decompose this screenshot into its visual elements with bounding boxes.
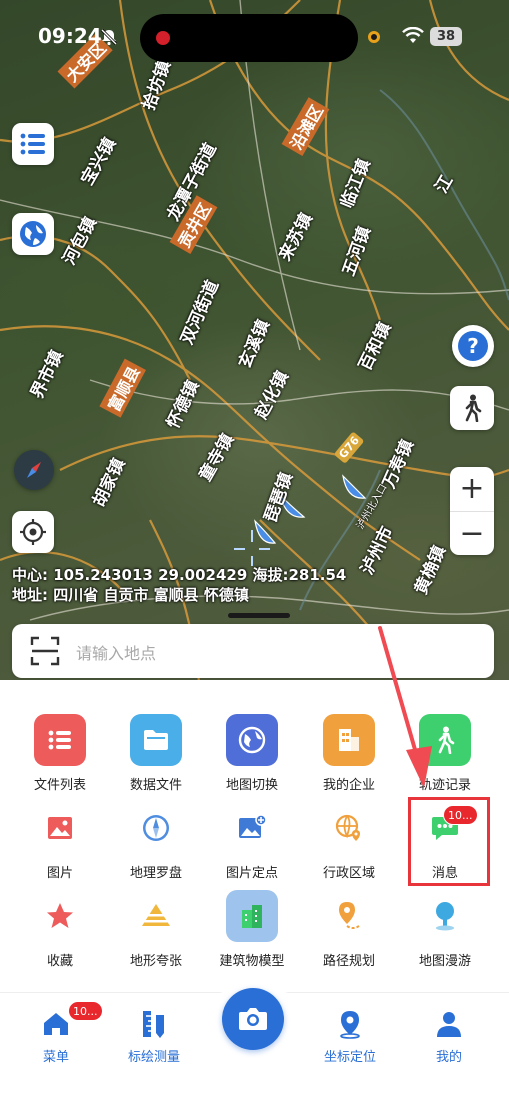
walk-icon [419, 714, 471, 766]
grid-item-image-pin[interactable]: 图片定点 [204, 802, 300, 881]
grid-item-label: 行政区域 [322, 866, 375, 881]
zoom-out-button[interactable]: − [450, 511, 494, 555]
building-icon [323, 714, 375, 766]
grid-item-label: 收藏 [46, 954, 73, 969]
walk-mode-button[interactable] [450, 386, 494, 430]
grid-item-favorites[interactable]: 收藏 [12, 890, 108, 969]
grid-item-label: 地理罗盘 [129, 866, 182, 881]
annotation-highlight-box [408, 797, 490, 886]
image-icon [34, 802, 86, 854]
grid-item-compass[interactable]: 地理罗盘 [108, 802, 204, 881]
location-pin-icon [332, 1006, 368, 1042]
region-icon [323, 802, 375, 854]
map-switch-button[interactable] [12, 213, 54, 255]
folder-icon [130, 714, 182, 766]
zoom-in-button[interactable]: + [450, 467, 494, 511]
grid-item-track-record[interactable]: 轨迹记录 [397, 714, 493, 793]
dynamic-island [140, 14, 358, 62]
plus-icon: + [459, 471, 485, 506]
scan-icon[interactable] [30, 636, 60, 666]
grid-item-label: 地形夸张 [129, 954, 182, 969]
grid-item-label: 地图切换 [225, 778, 278, 793]
ruler-pencil-icon [136, 1006, 172, 1042]
compass-button[interactable] [14, 450, 54, 490]
grid-item-label: 建筑物模型 [219, 954, 285, 969]
grid-item-building-model[interactable]: 建筑物模型 [204, 890, 300, 969]
nav-label: 坐标定位 [323, 1050, 376, 1065]
grid-item-label: 路径规划 [322, 954, 375, 969]
battery-indicator: 38 [430, 27, 462, 46]
help-button[interactable]: ? [452, 325, 494, 367]
terrain-icon [130, 890, 182, 942]
grid-item-label: 图片 [46, 866, 73, 881]
globe-icon [226, 714, 278, 766]
bell-mute-icon [100, 28, 118, 46]
grid-item-my-enterprise[interactable]: 我的企业 [301, 714, 397, 793]
camera-icon [239, 1008, 267, 1030]
zoom-control: + − [450, 467, 494, 555]
status-time: 09:24 [38, 24, 102, 48]
grid-item-label: 文件列表 [33, 778, 86, 793]
compass-icon [130, 802, 182, 854]
grid-item-data-files[interactable]: 数据文件 [108, 714, 204, 793]
list-icon [20, 133, 45, 155]
help-icon: ? [458, 331, 488, 361]
nav-label: 菜单 [42, 1050, 69, 1065]
layer-list-button[interactable] [12, 123, 54, 165]
grid-item-label: 轨迹记录 [418, 778, 471, 793]
grid-item-admin-region[interactable]: 行政区域 [301, 802, 397, 881]
nav-locate[interactable]: 坐标定位 [310, 1006, 390, 1065]
image-pin-icon [226, 802, 278, 854]
drawer-handle[interactable] [228, 613, 290, 618]
roam-icon [419, 890, 471, 942]
compass-needle-icon [27, 462, 41, 478]
route-icon [323, 890, 375, 942]
center-coordinates: 中心: 105.243013 29.002429 海拔:281.54 [12, 566, 347, 584]
star-icon [34, 890, 86, 942]
target-icon [20, 519, 46, 545]
camera-indicator-icon [368, 31, 380, 43]
map-view[interactable]: 大安区 拾坊镇 宝兴镇 龙潭子街道 贡井区 沿滩区 临江镇 河包镇 来苏镇 五河… [0, 0, 509, 690]
globe-icon [20, 221, 46, 247]
grid-item-image[interactable]: 图片 [12, 802, 108, 881]
grid-item-label: 图片定点 [225, 866, 278, 881]
locate-me-button[interactable] [12, 511, 54, 553]
file-list-icon [34, 714, 86, 766]
address-text: 地址: 四川省 自贡市 富顺县 怀德镇 [12, 586, 249, 604]
nav-mine[interactable]: 我的 [409, 1006, 489, 1065]
grid-item-map-switch[interactable]: 地图切换 [204, 714, 300, 793]
camera-button[interactable] [222, 988, 284, 1050]
nav-measure[interactable]: 标绘测量 [114, 1006, 194, 1065]
minus-icon: − [459, 515, 485, 551]
menu-badge: 10... [68, 1001, 103, 1021]
wifi-icon [402, 27, 424, 43]
walking-person-icon [465, 394, 482, 422]
user-icon [431, 1006, 467, 1042]
grid-item-label: 地图漫游 [418, 954, 471, 969]
search-bar[interactable]: 请输入地点 [12, 624, 494, 678]
grid-item-label: 我的企业 [322, 778, 375, 793]
grid-item-file-list[interactable]: 文件列表 [12, 714, 108, 793]
grid-item-label: 数据文件 [129, 778, 182, 793]
grid-item-terrain-exaggeration[interactable]: 地形夸张 [108, 890, 204, 969]
nav-label: 标绘测量 [127, 1050, 180, 1065]
nav-label: 我的 [435, 1050, 462, 1065]
search-input[interactable]: 请输入地点 [76, 640, 156, 664]
building-model-icon [226, 890, 278, 942]
grid-item-map-roam[interactable]: 地图漫游 [397, 890, 493, 969]
grid-item-route-planning[interactable]: 路径规划 [301, 890, 397, 969]
recording-dot-icon [156, 31, 170, 45]
